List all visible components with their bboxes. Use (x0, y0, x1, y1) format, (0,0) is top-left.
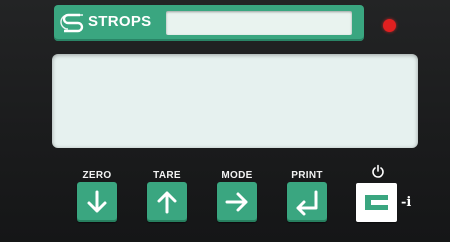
power-icon (372, 164, 384, 178)
arrow-down-icon (87, 190, 107, 213)
c-icon (365, 195, 388, 210)
brand-bar: STROPS (54, 5, 364, 41)
clear-key-suffix: -i (401, 195, 412, 210)
clear-power-button[interactable] (356, 183, 397, 222)
tare-button[interactable] (147, 182, 187, 222)
zero-key-label: ZERO (82, 170, 112, 181)
print-button[interactable] (287, 182, 327, 222)
status-led-icon (383, 19, 396, 32)
strops-logo-icon (60, 13, 84, 33)
print-key-label: PRINT (291, 170, 323, 181)
tare-key-label: TARE (153, 170, 181, 181)
brand-name: STROPS (88, 13, 152, 30)
weight-display (52, 54, 418, 148)
enter-icon (296, 190, 318, 216)
arrow-right-icon (225, 192, 248, 212)
arrow-up-icon (157, 191, 177, 214)
zero-button[interactable] (77, 182, 117, 222)
scale-control-panel: STROPS ZERO TARE MODE PRINT -i (0, 0, 450, 242)
mode-key-label: MODE (221, 170, 253, 181)
label-window (166, 11, 352, 35)
mode-button[interactable] (217, 182, 257, 222)
